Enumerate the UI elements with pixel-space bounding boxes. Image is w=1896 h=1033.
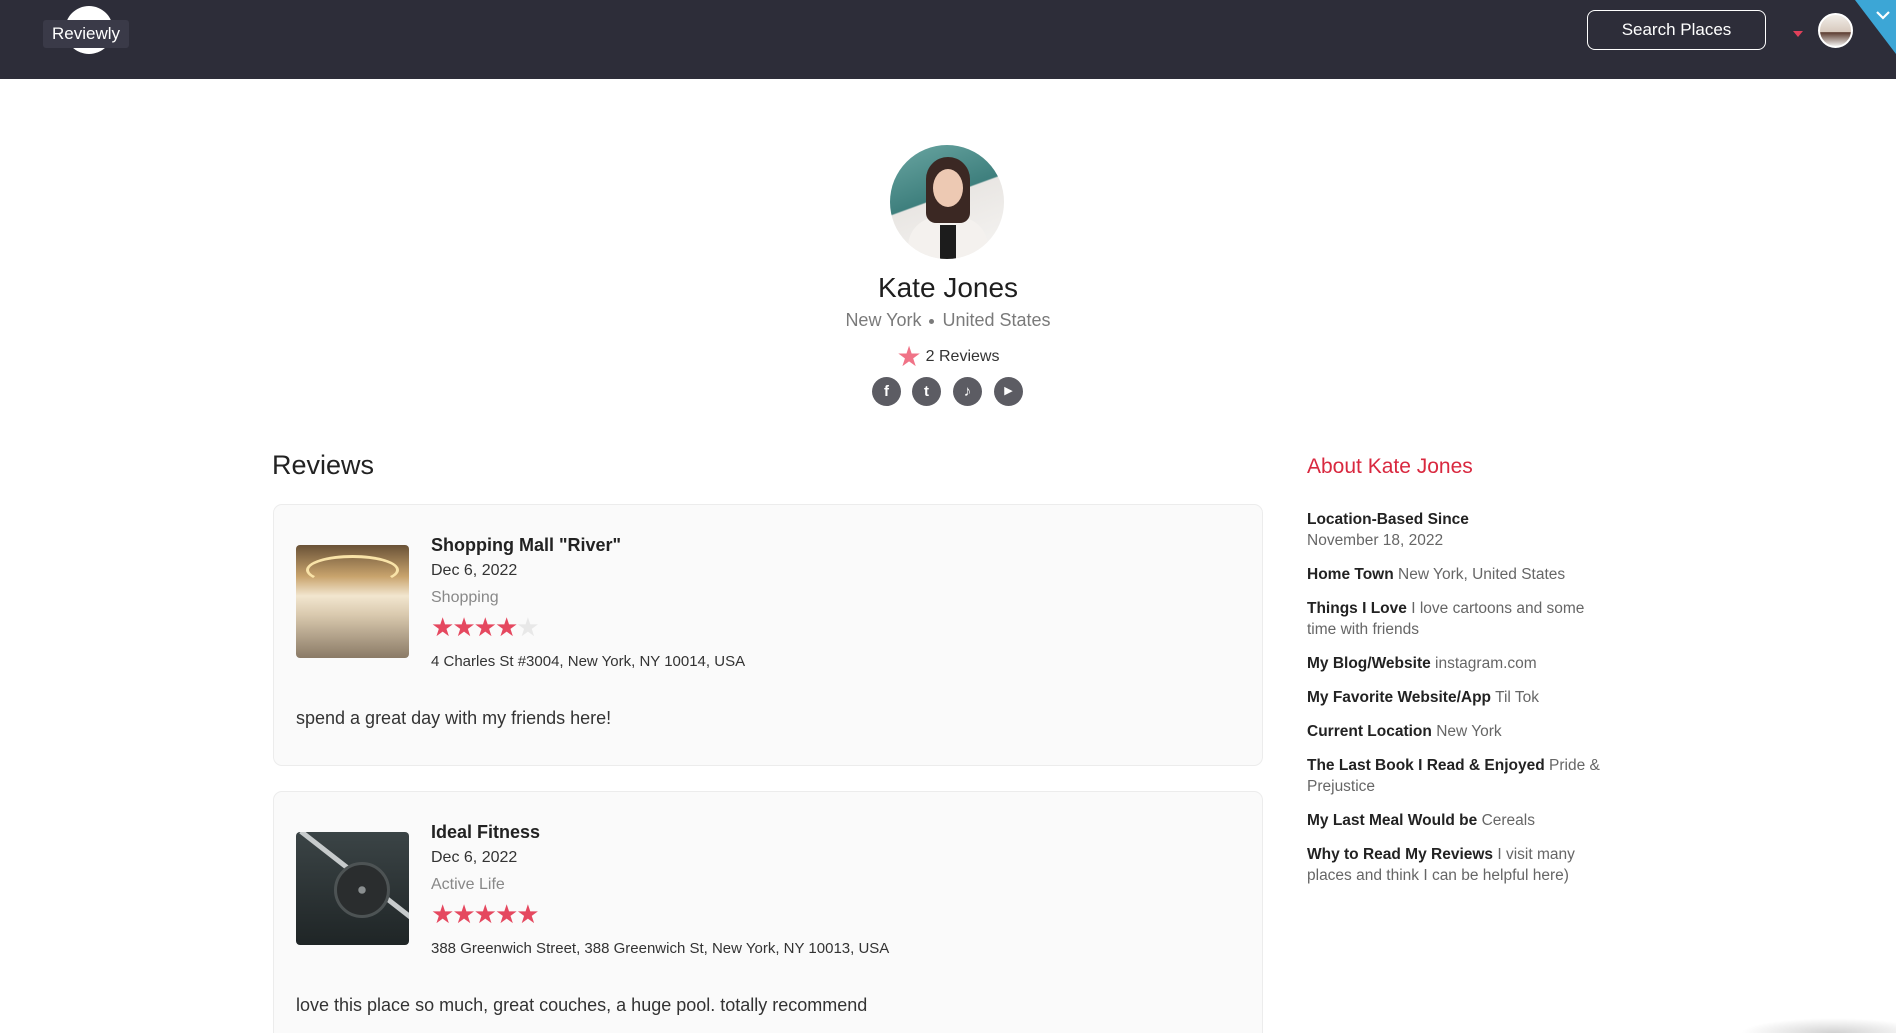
about-label: My Blog/Website	[1307, 655, 1431, 672]
review-place-image[interactable]	[296, 832, 409, 945]
star-filled-icon: ★	[452, 612, 475, 642]
about-item: The Last Book I Read & Enjoyed Pride & P…	[1307, 755, 1607, 797]
facebook-icon[interactable]: f	[872, 377, 901, 406]
review-address: 4 Charles St #3004, New York, NY 10014, …	[431, 653, 746, 670]
review-category: Shopping	[431, 589, 499, 606]
about-item: Current Location New York	[1307, 721, 1607, 742]
profile-name: Kate Jones	[877, 272, 1019, 303]
about-item: Things I Love I love cartoons and some t…	[1307, 598, 1607, 640]
review-count-text: 2 Reviews	[925, 348, 1000, 365]
review-category: Active Life	[431, 876, 505, 893]
review-card: Ideal Fitness Dec 6, 2022 Active Life ★★…	[273, 791, 1263, 1033]
profile-location: New York United States	[0, 310, 1896, 331]
star-empty-icon: ★	[516, 612, 539, 642]
logo-text: Reviewly	[43, 20, 129, 48]
about-value: Til Tok	[1495, 689, 1539, 706]
review-text: love this place so much, great couches, …	[296, 995, 868, 1015]
star-filled-icon: ★	[431, 899, 454, 929]
review-text: spend a great day with my friends here!	[296, 708, 612, 728]
about-list: Location-Based Since November 18, 2022 Ho…	[1307, 509, 1607, 899]
user-avatar[interactable]	[1818, 13, 1853, 48]
separator-dot	[929, 318, 935, 324]
caret-down-icon[interactable]	[1793, 31, 1803, 37]
about-item: My Blog/Website instagram.com	[1307, 653, 1607, 674]
about-item: My Last Meal Would be Cereals	[1307, 810, 1607, 831]
profile-city: New York	[845, 310, 922, 330]
star-filled-icon: ★	[452, 899, 475, 929]
tiktok-icon[interactable]: ♪	[953, 377, 982, 406]
bottom-shadow	[1740, 1018, 1896, 1033]
about-label: My Favorite Website/App	[1307, 689, 1492, 706]
about-label: Current Location	[1307, 723, 1432, 740]
search-places-button[interactable]: Search Places	[1587, 10, 1766, 50]
star-filled-icon: ★	[494, 612, 518, 642]
review-place-name[interactable]: Shopping Mall "River"	[431, 535, 621, 556]
top-navbar: Reviewly Search Places	[0, 0, 1896, 79]
about-label: Home Town	[1307, 566, 1394, 583]
review-place-name[interactable]: Ideal Fitness	[431, 822, 540, 843]
review-date: Dec 6, 2022	[431, 849, 518, 866]
social-links: f t ♪ ▶	[872, 377, 1024, 406]
about-item: Home Town New York, United States	[1307, 564, 1607, 585]
profile-country: United States	[942, 310, 1051, 330]
profile-photo	[890, 145, 1004, 259]
review-date: Dec 6, 2022	[431, 562, 518, 579]
star-filled-icon: ★	[431, 612, 454, 642]
about-label: Things I Love	[1307, 600, 1407, 617]
about-heading: About Kate Jones	[1307, 455, 1473, 478]
star-filled-icon: ★	[494, 899, 518, 929]
twitter-icon[interactable]: t	[912, 377, 941, 406]
about-value: Cereals	[1481, 812, 1535, 829]
reviewly-logo[interactable]: Reviewly	[43, 6, 129, 56]
reviews-heading: Reviews	[272, 450, 375, 480]
youtube-icon[interactable]: ▶	[994, 377, 1023, 406]
about-item: My Favorite Website/App Til Tok	[1307, 687, 1607, 708]
review-rating: ★★★★★	[431, 612, 540, 642]
review-card: Shopping Mall "River" Dec 6, 2022 Shoppi…	[273, 504, 1263, 766]
about-value: New York	[1436, 723, 1502, 740]
review-address: 388 Greenwich Street, 388 Greenwich St, …	[431, 940, 890, 957]
star-filled-icon: ★	[473, 899, 497, 929]
about-value: New York, United States	[1398, 566, 1566, 583]
profile-review-count: ★ 2 Reviews	[0, 340, 1896, 373]
about-label: Why to Read My Reviews	[1307, 846, 1494, 863]
about-item: Why to Read My Reviews I visit many plac…	[1307, 844, 1607, 886]
about-label: The Last Book I Read & Enjoyed	[1307, 757, 1545, 774]
about-item: Location-Based Since November 18, 2022	[1307, 509, 1607, 551]
about-value: instagram.com	[1435, 655, 1537, 672]
star-filled-icon: ★	[473, 612, 497, 642]
review-rating: ★★★★★	[431, 899, 540, 929]
review-place-image[interactable]	[296, 545, 409, 658]
star-filled-icon: ★	[516, 899, 539, 929]
about-label: My Last Meal Would be	[1307, 812, 1478, 829]
star-icon: ★	[896, 341, 922, 372]
corner-toggle[interactable]	[1855, 0, 1896, 54]
about-value: November 18, 2022	[1307, 532, 1444, 549]
about-label: Location-Based Since	[1307, 511, 1469, 528]
